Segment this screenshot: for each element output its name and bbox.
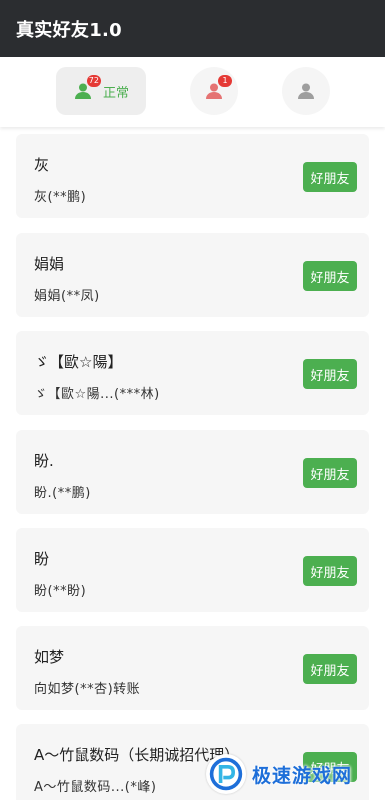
tab-normal-badge: 72: [86, 75, 101, 87]
app-title: 真实好友1.0: [16, 19, 122, 41]
tab-normal-label: 正常: [102, 85, 129, 101]
watermark-logo: 极速游戏网: [206, 752, 376, 796]
friend-card[interactable]: ゞ【歐☆陽】 ゞ【歐☆陽...(***林) 好朋友: [16, 331, 369, 415]
good-friend-button[interactable]: 好朋友: [303, 359, 357, 389]
friend-card[interactable]: 盼. 盼.(**鹏) 好朋友: [16, 430, 369, 514]
friend-list[interactable]: 灰 灰(**鹏) 好朋友 娟娟 娟娟(**凤) 好朋友 ゞ【歐☆陽】 ゞ【歐☆陽…: [0, 127, 385, 800]
good-friend-button[interactable]: 好朋友: [303, 556, 357, 586]
friend-name: 盼.: [34, 452, 54, 470]
friend-name: 娟娟: [34, 255, 65, 273]
friend-subtitle: 向如梦(**杏)转账: [34, 682, 141, 697]
user-gray-icon: [296, 81, 316, 101]
friend-card[interactable]: 盼 盼(**盼) 好朋友: [16, 528, 369, 612]
app-root: 真实好友1.0 72 正常 1 灰 灰(**鹏) 好朋友 娟娟 娟娟(**凤) …: [0, 0, 385, 800]
user-flagged-icon: 1: [204, 75, 232, 101]
tab-normal[interactable]: 72 正常: [56, 67, 146, 115]
friend-subtitle: 盼.(**鹏): [34, 486, 91, 501]
tab-other[interactable]: [282, 67, 330, 115]
good-friend-button[interactable]: 好朋友: [303, 458, 357, 488]
tab-flagged-badge: 1: [218, 75, 232, 87]
tab-flagged[interactable]: 1: [190, 67, 238, 115]
friend-card[interactable]: 如梦 向如梦(**杏)转账 好朋友: [16, 626, 369, 710]
friend-subtitle: 盼(**盼): [34, 584, 87, 599]
good-friend-button[interactable]: 好朋友: [303, 654, 357, 684]
good-friend-button[interactable]: 好朋友: [303, 261, 357, 291]
friend-subtitle: A～竹鼠数码...(*峰): [34, 780, 157, 795]
friend-name: ゞ【歐☆陽】: [34, 353, 123, 371]
friend-subtitle: ゞ【歐☆陽...(***林): [34, 387, 160, 402]
friend-subtitle: 娟娟(**凤): [34, 289, 100, 304]
user-icon: 72: [73, 75, 101, 101]
title-bar: 真实好友1.0: [0, 0, 385, 57]
friend-name: 盼: [34, 550, 50, 568]
friend-name: 如梦: [34, 648, 65, 666]
friend-card[interactable]: 娟娟 娟娟(**凤) 好朋友: [16, 233, 369, 317]
friend-subtitle: 灰(**鹏): [34, 190, 87, 205]
friend-card[interactable]: 灰 灰(**鹏) 好朋友: [16, 134, 369, 218]
friend-name: 灰: [34, 156, 50, 174]
filter-tabs: 72 正常 1: [0, 57, 385, 127]
logo-icon: [206, 754, 246, 794]
good-friend-button[interactable]: 好朋友: [303, 162, 357, 192]
watermark-text: 极速游戏网: [252, 764, 353, 787]
